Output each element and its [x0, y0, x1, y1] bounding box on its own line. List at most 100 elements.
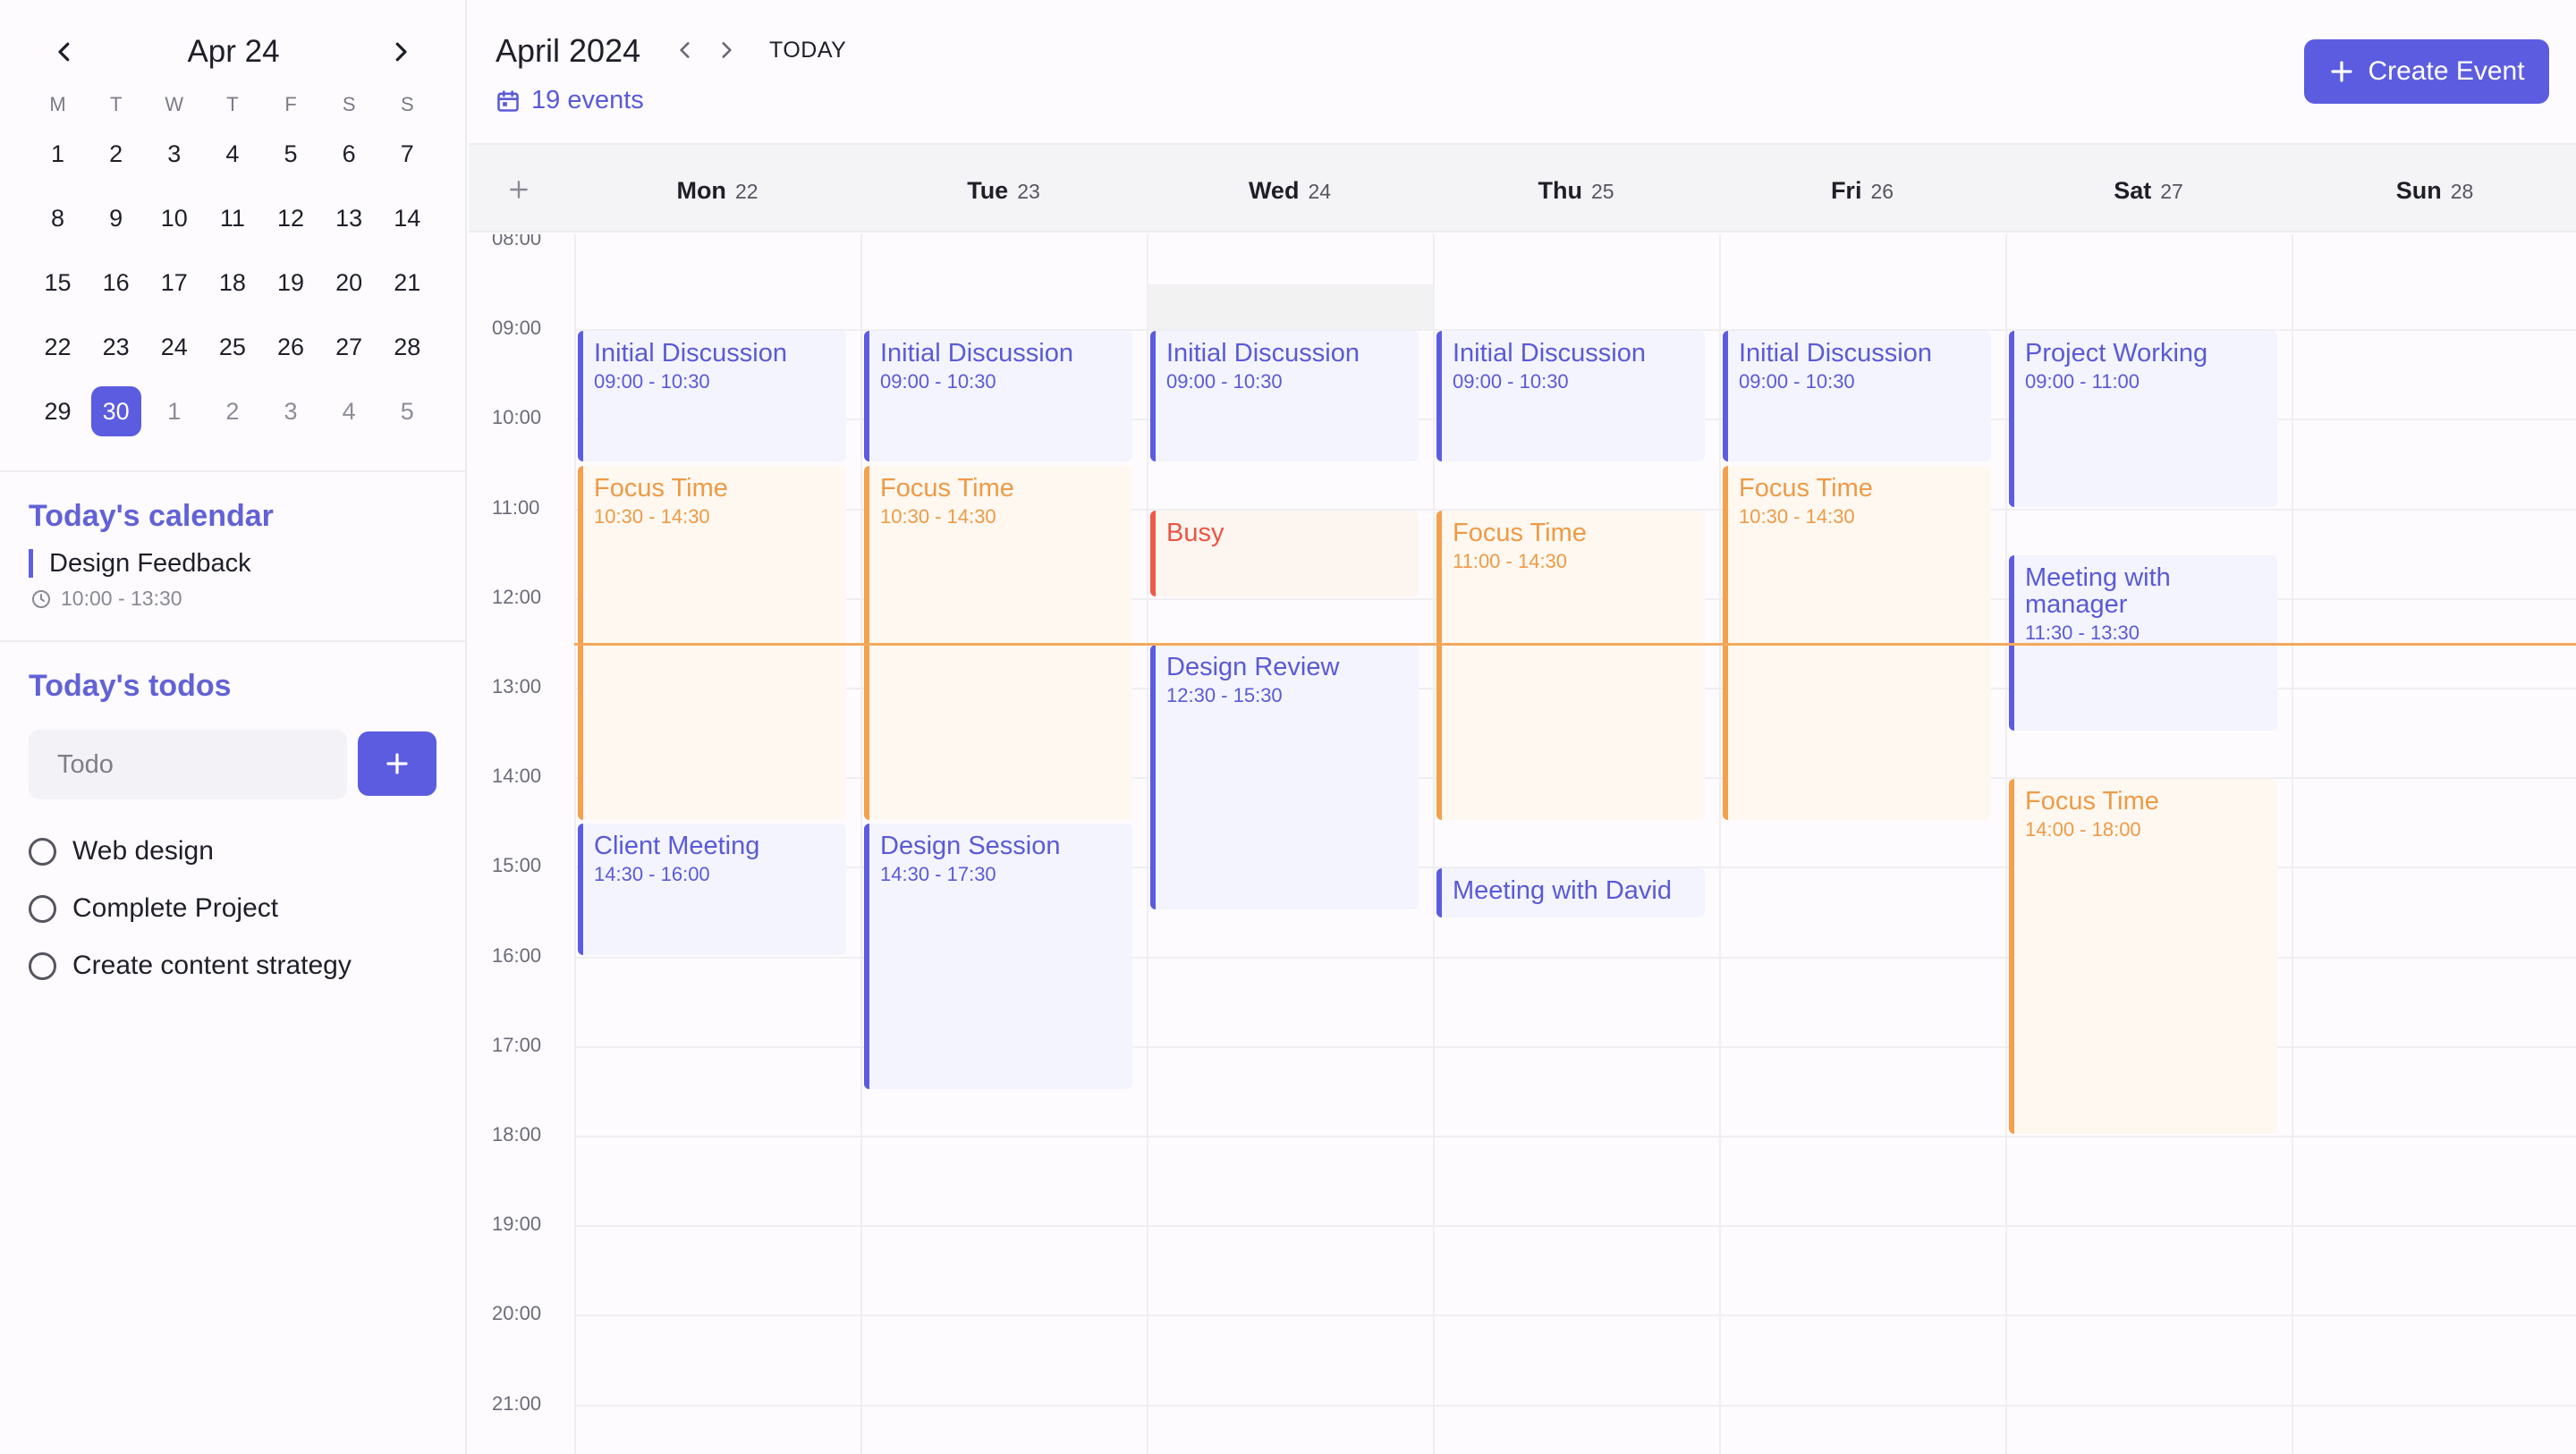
mini-day[interactable]: 7 [378, 129, 436, 179]
sidebar-divider [0, 640, 467, 642]
mini-day[interactable]: 12 [262, 193, 320, 243]
today-button[interactable]: TODAY [769, 38, 846, 63]
day-header-fri[interactable]: Fri 26 [1719, 177, 2005, 205]
mini-day[interactable]: 20 [320, 258, 378, 308]
mini-day[interactable]: 17 [145, 258, 203, 308]
event-block[interactable]: Focus Time 11:00 - 14:30 [1436, 510, 1705, 821]
mini-day[interactable]: 11 [203, 193, 261, 243]
event-block[interactable]: Design Session 14:30 - 17:30 [864, 824, 1132, 1089]
mini-day-number: 24 [160, 333, 188, 360]
mini-day[interactable]: 4 [203, 129, 261, 179]
event-block[interactable]: Focus Time 14:00 - 18:00 [2009, 779, 2277, 1134]
day-column-divider [2005, 234, 2007, 1454]
sidebar-divider [0, 470, 467, 472]
mini-next-month-button[interactable] [376, 27, 426, 77]
day-column-divider [2292, 234, 2293, 1454]
event-time: 09:00 - 10:30 [1739, 370, 1855, 393]
mini-day[interactable]: 2 [203, 386, 261, 436]
mini-day[interactable]: 16 [87, 258, 145, 308]
todo-input[interactable] [29, 730, 347, 799]
day-header-wed[interactable]: Wed 24 [1147, 177, 1433, 205]
mini-day[interactable]: 3 [145, 129, 203, 179]
event-block[interactable]: Meeting with David [1436, 868, 1705, 917]
mini-day[interactable]: 2 [87, 129, 145, 179]
mini-day[interactable]: 19 [262, 258, 320, 308]
hour-label: 17:00 [492, 1033, 542, 1056]
add-todo-button[interactable] [358, 731, 436, 796]
mini-day[interactable]: 3 [262, 386, 320, 436]
create-event-button[interactable]: Create Event [2304, 39, 2549, 104]
mini-day[interactable]: 27 [320, 322, 378, 372]
day-header-mon[interactable]: Mon 22 [574, 177, 860, 205]
event-block[interactable]: Initial Discussion 09:00 - 10:30 [1150, 331, 1419, 462]
day-header-sat[interactable]: Sat 27 [2005, 177, 2292, 205]
hour-label: 18:00 [492, 1123, 542, 1145]
mini-day[interactable]: 23 [87, 322, 145, 372]
mini-day[interactable]: 10 [145, 193, 203, 243]
today-event-time-text: 10:00 - 13:30 [61, 587, 182, 610]
mini-day[interactable]: 30 [87, 386, 145, 436]
mini-day[interactable]: 13 [320, 193, 378, 243]
mini-day-number: 21 [394, 268, 421, 296]
event-block[interactable]: Design Review 12:30 - 15:30 [1150, 644, 1419, 910]
event-block[interactable]: Busy [1150, 510, 1419, 596]
event-block[interactable]: Initial Discussion 09:00 - 10:30 [864, 331, 1132, 462]
event-block[interactable]: Initial Discussion 09:00 - 10:30 [1723, 331, 1991, 462]
mini-day[interactable]: 1 [145, 386, 203, 436]
mini-day[interactable]: 26 [262, 322, 320, 372]
mini-day[interactable]: 22 [29, 322, 87, 372]
todo-checkbox[interactable] [29, 837, 56, 866]
mini-day[interactable]: 1 [29, 129, 87, 179]
mini-day-number: 16 [102, 268, 130, 296]
mini-day-number: 6 [342, 139, 356, 167]
event-title: Initial Discussion [1166, 339, 1360, 368]
mini-day-number: 5 [284, 139, 298, 167]
day-header-sun[interactable]: Sun 28 [2292, 177, 2576, 205]
mini-day[interactable]: 29 [29, 386, 87, 436]
mini-day[interactable]: 18 [203, 258, 261, 308]
todo-item[interactable]: Create content strategy [29, 937, 352, 994]
mini-day[interactable]: 8 [29, 193, 87, 243]
mini-day[interactable]: 15 [29, 258, 87, 308]
mini-day[interactable]: 9 [87, 193, 145, 243]
event-title: Busy [1166, 518, 1224, 547]
day-number: 25 [1590, 180, 1614, 203]
prev-week-button[interactable] [669, 34, 701, 66]
mini-day[interactable]: 25 [203, 322, 261, 372]
day-column-divider [574, 234, 576, 1454]
mini-day-number: 18 [218, 268, 246, 296]
day-name: Fri [1830, 177, 1862, 204]
todo-checkbox[interactable] [29, 951, 56, 980]
event-block[interactable]: Client Meeting 14:30 - 16:00 [578, 824, 846, 955]
mini-calendar-nav: Apr 24 [0, 27, 467, 77]
mini-weekday-label: T [109, 93, 123, 115]
todo-item[interactable]: Web design [29, 823, 352, 880]
add-all-day-button[interactable] [504, 175, 533, 204]
event-block[interactable]: Initial Discussion 09:00 - 10:30 [1436, 331, 1705, 462]
todo-checkbox[interactable] [29, 894, 56, 923]
mini-day[interactable]: 28 [378, 322, 436, 372]
day-header-thu[interactable]: Thu 25 [1433, 177, 1719, 205]
mini-day[interactable]: 24 [145, 322, 203, 372]
event-time: 09:00 - 10:30 [594, 370, 710, 393]
event-block[interactable]: Initial Discussion 09:00 - 10:30 [578, 331, 846, 462]
mini-day[interactable]: 21 [378, 258, 436, 308]
event-block[interactable]: Project Working 09:00 - 11:00 [2009, 331, 2277, 507]
mini-day[interactable]: 5 [262, 129, 320, 179]
mini-day-number: 1 [51, 139, 65, 167]
todo-label: Complete Project [72, 893, 279, 923]
mini-day[interactable]: 4 [320, 386, 378, 436]
event-title: Focus Time [594, 473, 728, 503]
mini-day-number: 23 [102, 333, 130, 360]
mini-day-number: 9 [109, 204, 123, 232]
today-event-item[interactable]: Design Feedback [29, 549, 251, 578]
day-header-tue[interactable]: Tue 23 [860, 177, 1147, 205]
mini-day[interactable]: 6 [320, 129, 378, 179]
today-calendar-heading: Today's calendar [29, 499, 274, 533]
next-week-button[interactable] [710, 34, 742, 66]
todo-item[interactable]: Complete Project [29, 880, 352, 937]
mini-weekday-label: T [226, 93, 239, 115]
time-grid[interactable]: 08:00 09:00 10:00 11:00 12:00 13:00 14:00 15:00… [469, 234, 2576, 1454]
mini-day[interactable]: 5 [378, 386, 436, 436]
mini-day[interactable]: 14 [378, 193, 436, 243]
